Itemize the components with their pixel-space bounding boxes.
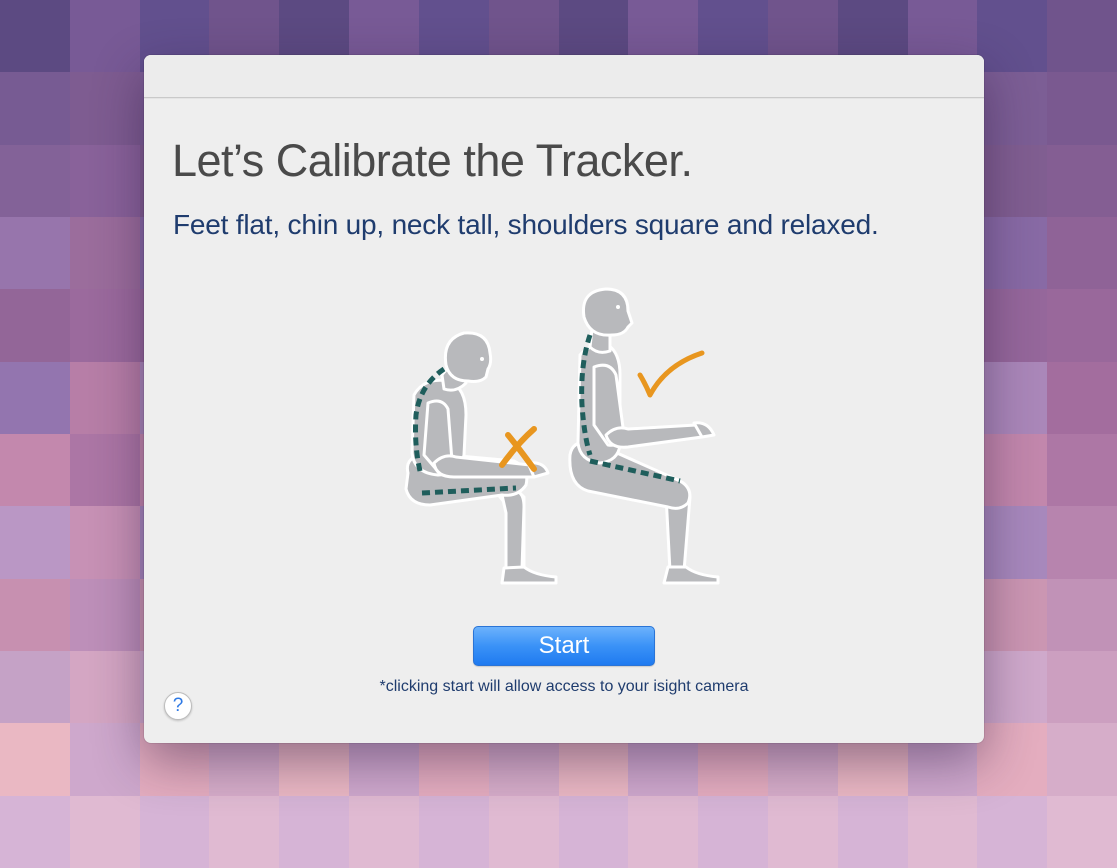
wallpaper-tile — [0, 795, 70, 868]
wallpaper-tile — [69, 578, 140, 651]
wallpaper-tile — [907, 795, 978, 868]
wallpaper-tile — [977, 578, 1048, 651]
wallpaper-tile — [977, 434, 1048, 507]
wallpaper-tile — [69, 217, 140, 290]
wallpaper-tile — [0, 361, 70, 434]
window-titlebar[interactable] — [144, 55, 984, 98]
wallpaper-tile — [977, 506, 1048, 579]
wallpaper-tile — [698, 795, 768, 868]
wallpaper-tile — [209, 795, 280, 868]
wallpaper-tile — [139, 795, 210, 868]
wallpaper-tile — [1047, 434, 1117, 507]
wallpaper-tile — [977, 217, 1048, 290]
wallpaper-tile — [628, 795, 699, 868]
wallpaper-tile — [69, 289, 140, 362]
check-icon — [637, 350, 705, 398]
wallpaper-tile — [977, 72, 1048, 145]
posture-illustration — [404, 287, 720, 585]
wallpaper-tile — [977, 795, 1048, 868]
wallpaper-tile — [69, 72, 140, 145]
wallpaper-tile — [0, 506, 70, 579]
wallpaper-tile — [0, 651, 70, 724]
wallpaper-tile — [0, 578, 70, 651]
wallpaper-tile — [1047, 217, 1117, 290]
wallpaper-tile — [69, 723, 140, 796]
wallpaper-tile — [1047, 0, 1117, 73]
wallpaper-tile — [0, 217, 70, 290]
wallpaper-tile — [1047, 72, 1117, 145]
wallpaper-tile — [1047, 361, 1117, 434]
wallpaper-tile — [69, 0, 140, 73]
page-title: Let’s Calibrate the Tracker. — [172, 135, 693, 186]
wallpaper-tile — [558, 795, 629, 868]
wallpaper-tile — [977, 651, 1048, 724]
wallpaper-tile — [1047, 578, 1117, 651]
wallpaper-tile — [69, 361, 140, 434]
wallpaper-tile — [977, 289, 1048, 362]
wallpaper-tile — [488, 795, 559, 868]
desktop-background: Let’s Calibrate the Tracker. Feet flat, … — [0, 0, 1117, 868]
wallpaper-tile — [349, 795, 419, 868]
help-button[interactable]: ? — [164, 692, 192, 720]
wallpaper-tile — [767, 795, 838, 868]
posture-instructions: Feet flat, chin up, neck tall, shoulders… — [173, 209, 879, 240]
wallpaper-tile — [69, 506, 140, 579]
wallpaper-tile — [837, 795, 908, 868]
wallpaper-tile — [1047, 506, 1117, 579]
wallpaper-tile — [69, 795, 140, 868]
wallpaper-tile — [0, 144, 70, 217]
wallpaper-tile — [69, 651, 140, 724]
wallpaper-tile — [977, 144, 1048, 217]
wallpaper-tile — [279, 795, 350, 868]
wallpaper-tile — [0, 72, 70, 145]
camera-access-note: *clicking start will allow access to you… — [379, 678, 749, 695]
wallpaper-tile — [1047, 723, 1117, 796]
wallpaper-tile — [69, 144, 140, 217]
slouched-figure — [404, 331, 558, 585]
upright-figure — [568, 287, 720, 585]
start-button[interactable]: Start — [473, 626, 655, 666]
wallpaper-tile — [977, 0, 1048, 73]
calibration-window: Let’s Calibrate the Tracker. Feet flat, … — [144, 55, 984, 743]
wallpaper-tile — [977, 361, 1048, 434]
wallpaper-tile — [0, 723, 70, 796]
wallpaper-tile — [0, 434, 70, 507]
wallpaper-tile — [1047, 289, 1117, 362]
wallpaper-tile — [1047, 651, 1117, 724]
wallpaper-tile — [977, 723, 1048, 796]
wallpaper-tile — [69, 434, 140, 507]
wallpaper-tile — [1047, 795, 1117, 868]
question-mark-icon: ? — [172, 695, 184, 716]
wallpaper-tile — [0, 289, 70, 362]
wallpaper-tile — [418, 795, 489, 868]
wallpaper-tile — [1047, 144, 1117, 217]
wallpaper-tile — [0, 0, 70, 73]
